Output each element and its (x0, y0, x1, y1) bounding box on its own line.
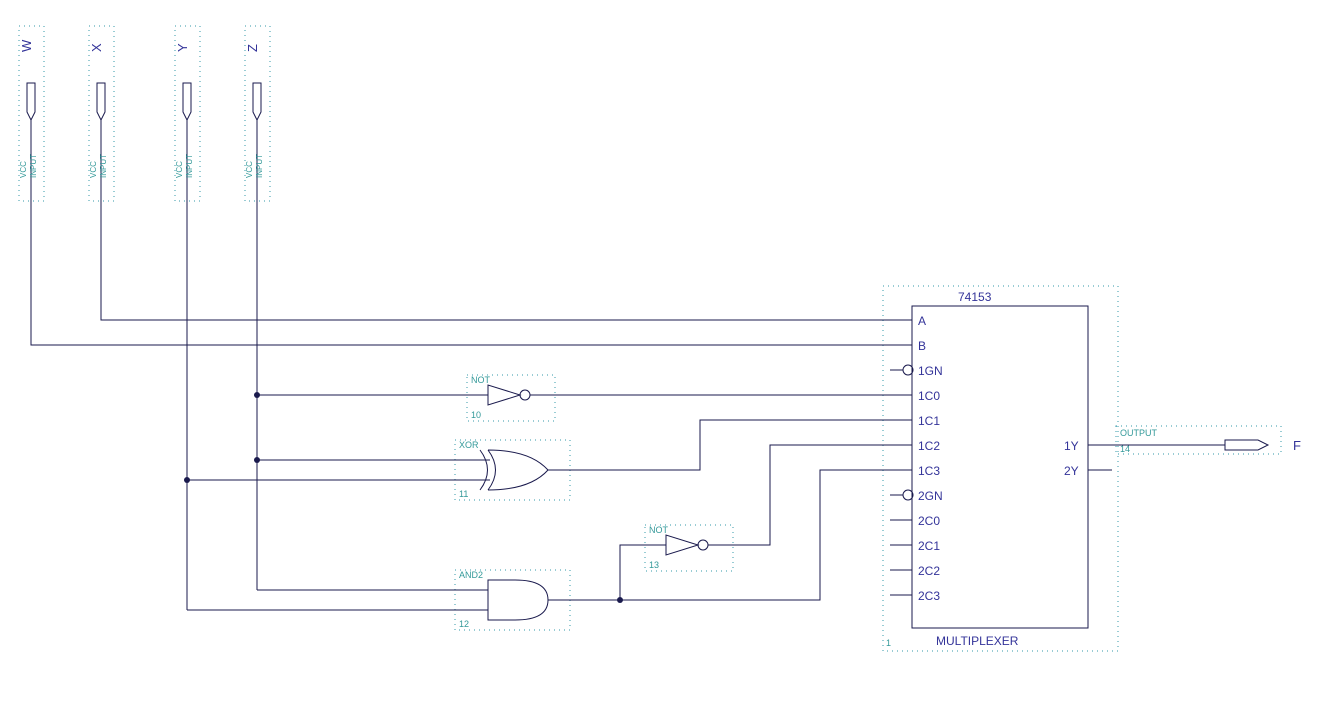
svg-text:INPUT: INPUT (99, 154, 108, 178)
svg-text:B: B (918, 339, 926, 353)
svg-text:XOR: XOR (459, 440, 479, 450)
svg-text:1C0: 1C0 (918, 389, 940, 403)
input-X: X VCC INPUT (89, 26, 114, 201)
svg-text:INPUT: INPUT (185, 154, 194, 178)
svg-text:12: 12 (459, 619, 469, 629)
xor-gate-11: XOR 11 (455, 440, 570, 500)
svg-text:Z: Z (245, 44, 260, 52)
svg-text:1GN: 1GN (918, 364, 943, 378)
not-gate-13: NOT 13 (645, 525, 733, 571)
output-F: OUTPUT 14 F (1116, 426, 1301, 454)
svg-text:1: 1 (886, 638, 891, 648)
svg-text:A: A (918, 314, 926, 328)
svg-text:74153: 74153 (958, 290, 992, 304)
input-Z: Z VCC INPUT (245, 26, 270, 201)
not-gate-10: NOT 10 (467, 375, 555, 421)
svg-text:2Y: 2Y (1064, 464, 1079, 478)
svg-text:1Y: 1Y (1064, 439, 1079, 453)
svg-text:NOT: NOT (649, 525, 669, 535)
svg-text:VCC: VCC (19, 161, 28, 178)
svg-text:2C0: 2C0 (918, 514, 940, 528)
multiplexer-74153: 74153 1 MULTIPLEXER A B 1GN 1C0 1C1 1C2 … (883, 286, 1118, 651)
svg-text:1C1: 1C1 (918, 414, 940, 428)
input-Y: Y VCC INPUT (175, 26, 200, 201)
svg-text:AND2: AND2 (459, 570, 483, 580)
svg-text:INPUT: INPUT (29, 154, 38, 178)
schematic-canvas: W VCC INPUT X VCC INPUT Y VCC INPUT Z VC… (0, 0, 1344, 716)
svg-text:Y: Y (175, 43, 190, 52)
svg-text:NOT: NOT (471, 375, 491, 385)
svg-text:1C3: 1C3 (918, 464, 940, 478)
svg-text:13: 13 (649, 560, 659, 570)
svg-text:MULTIPLEXER: MULTIPLEXER (936, 634, 1019, 648)
svg-text:X: X (89, 43, 104, 52)
svg-text:2GN: 2GN (918, 489, 943, 503)
svg-text:2C3: 2C3 (918, 589, 940, 603)
svg-text:11: 11 (459, 489, 468, 499)
and-gate-12: AND2 12 (455, 570, 570, 630)
svg-text:2C1: 2C1 (918, 539, 940, 553)
svg-text:VCC: VCC (245, 161, 254, 178)
svg-text:VCC: VCC (175, 161, 184, 178)
svg-text:1C2: 1C2 (918, 439, 940, 453)
svg-text:INPUT: INPUT (255, 154, 264, 178)
svg-text:F: F (1293, 438, 1301, 453)
svg-text:2C2: 2C2 (918, 564, 940, 578)
svg-text:VCC: VCC (89, 161, 98, 178)
svg-text:OUTPUT: OUTPUT (1120, 428, 1158, 438)
svg-text:W: W (19, 39, 34, 52)
input-W: W VCC INPUT (19, 26, 44, 201)
svg-text:10: 10 (471, 410, 481, 420)
